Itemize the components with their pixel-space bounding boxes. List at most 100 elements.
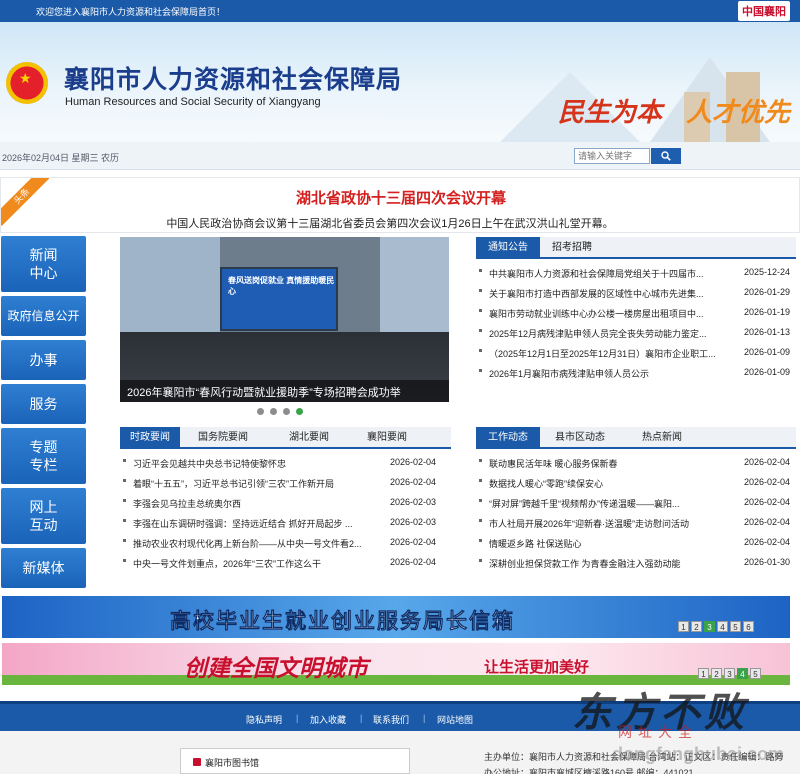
promo_2-page-5[interactable]: 5: [750, 668, 761, 679]
item-title[interactable]: 深耕创业担保贷款工作 为青春金融注入强劲动能: [489, 557, 732, 570]
list-item[interactable]: 关于襄阳市打造中西部发展的区域性中心城市先进集... 2026-01-29: [476, 283, 796, 303]
item-title[interactable]: 推动农业农村现代化再上新台阶——从中央一号文件看2...: [133, 537, 385, 550]
item-title[interactable]: “屏对屏”跨越千里“视频帮办”传递温暖——襄阳...: [489, 497, 732, 510]
item-title[interactable]: 中央一号文件划重点，2026年“三农”工作这么干: [133, 557, 385, 570]
item-title[interactable]: 李强在山东调研时强调：坚持远近结合 抓好开局起步 ...: [133, 517, 385, 530]
item-title[interactable]: 襄阳市劳动就业训练中心办公楼一楼房屋出租项目中...: [489, 307, 732, 320]
list-item[interactable]: （2025年12月1日至2025年12月31日）襄阳市企业职工... 2026-0…: [476, 343, 796, 363]
welcome-text: 欢迎您进入襄阳市人力资源和社会保障局首页！: [36, 7, 226, 17]
item-title[interactable]: 市人社局开展2026年“迎新春·送温暖”走访慰问活动: [489, 517, 732, 530]
item-date: 2026-02-03: [390, 497, 437, 507]
item-date: 2026-02-04: [744, 497, 791, 507]
footer-link-privacy[interactable]: 隐私声明: [246, 713, 282, 726]
list-item[interactable]: 中共襄阳市人力资源和社会保障局党组关于十四届市... 2025-12-24: [476, 263, 796, 283]
item-title[interactable]: 数据找人暖心“零跑”续保安心: [489, 477, 732, 490]
nav-news-center-label: 新闻中心: [29, 247, 58, 281]
promo_2-page-3[interactable]: 3: [724, 668, 735, 679]
item-title[interactable]: 关于襄阳市打造中西部发展的区域性中心城市先进集...: [489, 287, 732, 300]
slide-dot[interactable]: [270, 408, 277, 415]
headline-summary[interactable]: 中国人民政治协商会议第十三届湖北省委员会第四次会议1月26日上午在武汉洪山礼堂开…: [1, 215, 779, 231]
promo_1-page-3[interactable]: 3: [704, 621, 715, 632]
site-title[interactable]: 襄阳市人力资源和社会保障局: [64, 60, 402, 96]
promo_1-page-6[interactable]: 6: [743, 621, 754, 632]
item-date: 2026-01-29: [744, 287, 791, 297]
list-item[interactable]: 着眼“十五五”，习近平总书记引领“三农”工作新开局 2026-02-04: [120, 473, 451, 493]
news-tab-3[interactable]: 襄阳要闻: [352, 427, 422, 449]
footer-link-sitemap[interactable]: 网站地图: [437, 713, 473, 726]
list-item[interactable]: 数据找人暖心“零跑”续保安心 2026-02-04: [476, 473, 796, 493]
item-title[interactable]: 着眼“十五五”，习近平总书记引领“三农”工作新开局: [133, 477, 385, 490]
list-item[interactable]: 2025年12月病残津贴申领人员完全丧失劳动能力鉴定... 2026-01-13: [476, 323, 796, 343]
bullet-icon: [123, 459, 126, 462]
slide-dot[interactable]: [257, 408, 264, 415]
item-title[interactable]: 中共襄阳市人力资源和社会保障局党组关于十四届市...: [489, 267, 732, 280]
news-tab-0[interactable]: 时政要闻: [120, 427, 180, 449]
list-item[interactable]: “屏对屏”跨越千里“视频帮办”传递温暖——襄阳... 2026-02-04: [476, 493, 796, 513]
site-watermark: 东方不败 网址大全 dongfangbubai.com: [572, 680, 798, 774]
search-input[interactable]: [574, 148, 650, 164]
list-item[interactable]: 李强在山东调研时强调：坚持远近结合 抓好开局起步 ... 2026-02-03: [120, 513, 451, 533]
nav-news-center-button[interactable]: 新闻中心: [1, 236, 86, 292]
list-item[interactable]: 习近平会见越共中央总书记特使黎怀忠 2026-02-04: [120, 453, 451, 473]
item-title[interactable]: 2025年12月病残津贴申领人员完全丧失劳动能力鉴定...: [489, 327, 732, 340]
promo_1-page-2[interactable]: 2: [691, 621, 702, 632]
headline-title[interactable]: 湖北省政协十三届四次会议开幕: [1, 187, 800, 208]
footer-separator: |: [296, 713, 299, 723]
work-tab-0[interactable]: 工作动态: [476, 427, 540, 449]
promo_2-page-4[interactable]: 4: [737, 668, 748, 679]
bullet-icon: [123, 499, 126, 502]
item-title[interactable]: 2026年1月襄阳市病残津贴申领人员公示: [489, 367, 732, 380]
item-date: 2026-02-03: [390, 517, 437, 527]
nav-gov-info-button[interactable]: 政府信息公开: [1, 296, 86, 336]
nav-online-interaction-button[interactable]: 网上互动: [1, 488, 86, 544]
bullet-icon: [479, 499, 482, 502]
list-item[interactable]: 深耕创业担保贷款工作 为青春金融注入强劲动能 2026-01-30: [476, 553, 796, 573]
bullet-icon: [479, 479, 482, 482]
promo_1-page-1[interactable]: 1: [678, 621, 689, 632]
promo_2-page-1[interactable]: 1: [698, 668, 709, 679]
nav-new-media-button[interactable]: 新媒体: [1, 548, 86, 588]
news-tab-1[interactable]: 国务院要闻: [180, 427, 266, 449]
promo-banner-civilized-city[interactable]: 创建全国文明城市 让生活更加美好 12345: [2, 643, 790, 685]
notice-tab-0[interactable]: 通知公告: [476, 237, 540, 259]
promo-banner-graduate-mailbox[interactable]: 高校毕业生就业创业服务局长信箱 123456: [2, 596, 790, 638]
list-item[interactable]: 李强会见乌拉圭总统奥尔西 2026-02-03: [120, 493, 451, 513]
work-tab-2[interactable]: 热点新闻: [620, 427, 704, 449]
nav-affairs-button[interactable]: 办事: [1, 340, 86, 380]
list-item[interactable]: 推动农业农村现代化再上新台阶——从中央一号文件看2... 2026-02-04: [120, 533, 451, 553]
list-item[interactable]: 市人社局开展2026年“迎新春·送温暖”走访慰问活动 2026-02-04: [476, 513, 796, 533]
list-item[interactable]: 2026年1月襄阳市病残津贴申领人员公示 2026-01-09: [476, 363, 796, 383]
slide-dot[interactable]: [283, 408, 290, 415]
news-slideshow[interactable]: 春风送岗促就业 真情援助暖民心 2026年襄阳市“春风行动暨就业援助季”专场招聘…: [120, 237, 449, 402]
notice-tab-row: 通知公告 招考招聘: [476, 237, 796, 259]
nav-special-topics-button[interactable]: 专题专栏: [1, 428, 86, 484]
item-title[interactable]: 李强会见乌拉圭总统奥尔西: [133, 497, 385, 510]
item-title[interactable]: 情暖返乡路 社保送贴心: [489, 537, 732, 550]
work-tab-1[interactable]: 县市区动态: [540, 427, 620, 449]
bullet-icon: [123, 539, 126, 542]
notice-tab-1[interactable]: 招考招聘: [540, 237, 604, 259]
nav-service-button[interactable]: 服务: [1, 384, 86, 424]
promo_1-page-4[interactable]: 4: [717, 621, 728, 632]
news-tab-2[interactable]: 湖北要闻: [266, 427, 352, 449]
promo_2-page-2[interactable]: 2: [711, 668, 722, 679]
promo_1-page-5[interactable]: 5: [730, 621, 741, 632]
item-date: 2026-01-09: [744, 367, 791, 377]
china-xiangyang-logo[interactable]: 中国襄阳: [738, 1, 790, 21]
search-button[interactable]: [651, 148, 681, 164]
slide-dot[interactable]: [296, 408, 303, 415]
library-link[interactable]: 襄阳市图书馆: [180, 748, 410, 774]
item-title[interactable]: 联动惠民活年味 暖心服务保新春: [489, 457, 732, 470]
footer-link-favorites[interactable]: 加入收藏: [310, 713, 346, 726]
item-title[interactable]: 习近平会见越共中央总书记特使黎怀忠: [133, 457, 385, 470]
slide-caption[interactable]: 2026年襄阳市“春风行动暨就业援助季”专场招聘会成功举: [120, 380, 449, 402]
item-date: 2026-02-04: [390, 457, 437, 467]
list-item[interactable]: 联动惠民活年味 暖心服务保新春 2026-02-04: [476, 453, 796, 473]
list-item[interactable]: 中央一号文件划重点，2026年“三农”工作这么干 2026-02-04: [120, 553, 451, 573]
footer-link-contact[interactable]: 联系我们: [373, 713, 409, 726]
item-title[interactable]: （2025年12月1日至2025年12月31日）襄阳市企业职工...: [489, 347, 732, 360]
list-item[interactable]: 情暖返乡路 社保送贴心 2026-02-04: [476, 533, 796, 553]
slogan-talent-priority: 人才优先: [686, 98, 791, 128]
bullet-icon: [479, 329, 482, 332]
list-item[interactable]: 襄阳市劳动就业训练中心办公楼一楼房屋出租项目中... 2026-01-19: [476, 303, 796, 323]
